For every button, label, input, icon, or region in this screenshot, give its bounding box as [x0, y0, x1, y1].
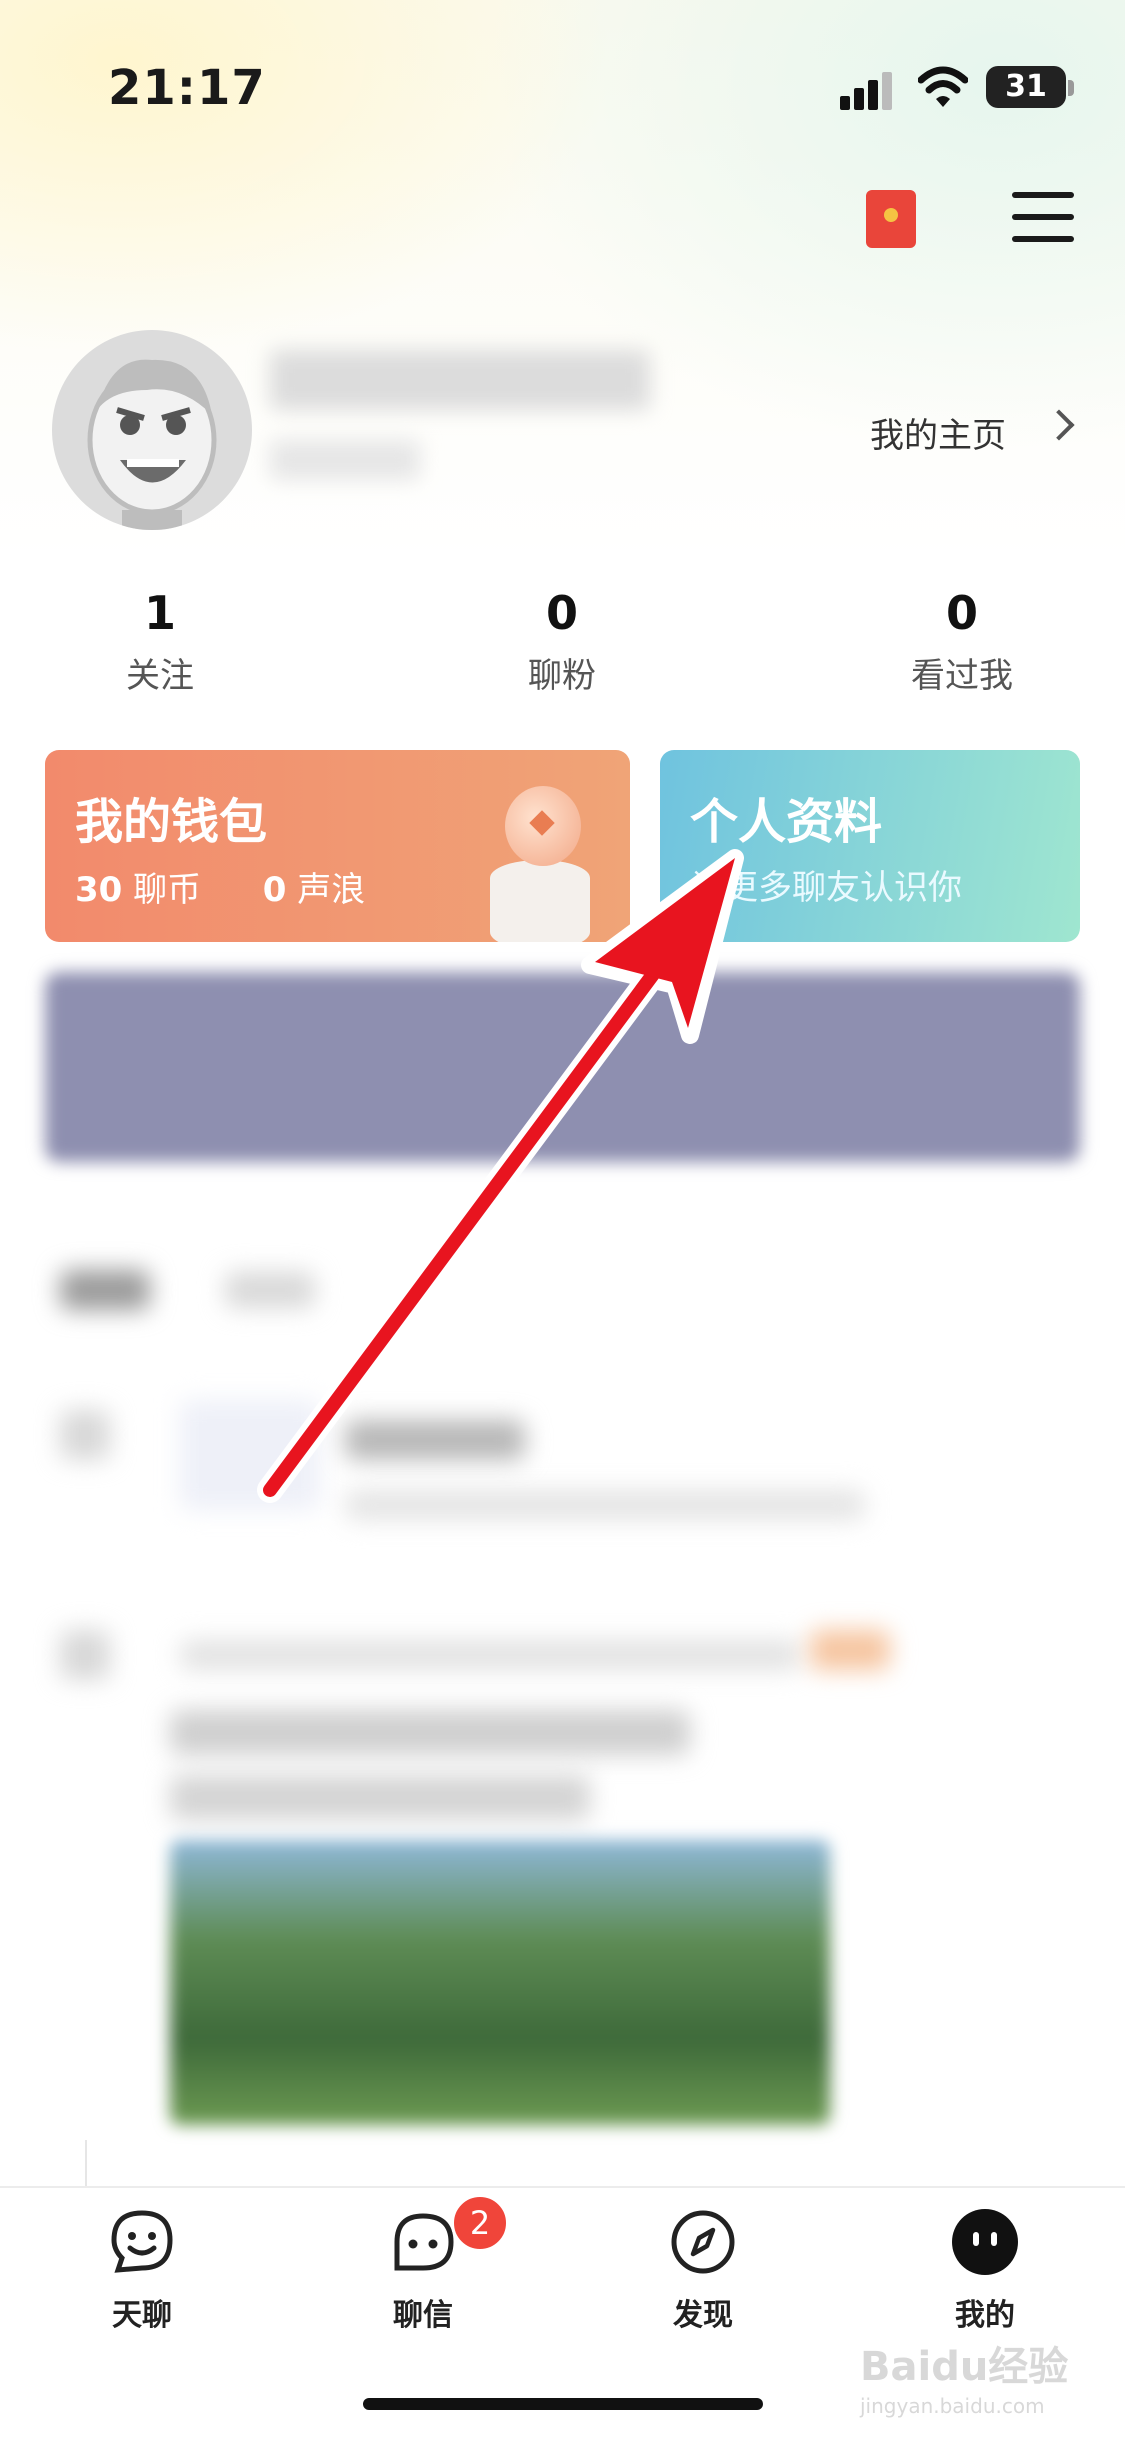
- wifi-icon: [918, 66, 968, 107]
- status-bar: 21:17 31: [0, 0, 1125, 150]
- blurred-photo: [170, 1840, 830, 2125]
- wallet-card[interactable]: 我的钱包 30 聊币 0 声浪: [45, 750, 630, 942]
- coin-icon: [505, 786, 581, 866]
- compass-icon: [669, 2208, 737, 2276]
- tab-label: 发现: [673, 2298, 733, 2333]
- signal-icon: [840, 70, 900, 110]
- blurred-text: [170, 1710, 690, 1755]
- blurred-text: [345, 1490, 865, 1520]
- blurred-text: [345, 1420, 525, 1460]
- stat-value: 0: [545, 586, 578, 640]
- username-blurred: [270, 350, 650, 410]
- coins-value: 30: [75, 870, 123, 910]
- stat-label: 聊粉: [528, 656, 596, 696]
- tab-discover[interactable]: 发现: [623, 2208, 783, 2334]
- tab-messages[interactable]: 2 聊信: [343, 2194, 509, 2334]
- stat-visitors[interactable]: 0 看过我: [852, 586, 1072, 697]
- blurred-banner: [45, 972, 1080, 1162]
- wallet-balances: 30 聊币 0 声浪: [75, 862, 365, 911]
- profile-card-title: 个人资料: [690, 794, 883, 850]
- home-indicator: [363, 2398, 763, 2410]
- blurred-avatar: [60, 1410, 110, 1460]
- waves-value: 0: [262, 870, 287, 910]
- stat-value: 0: [945, 586, 978, 640]
- divider: [85, 2140, 87, 2190]
- menu-icon[interactable]: [1012, 192, 1074, 244]
- stat-value: 1: [143, 586, 176, 640]
- stat-following[interactable]: 1 关注: [50, 586, 270, 697]
- message-icon: 2: [389, 2194, 509, 2276]
- tab-me[interactable]: 我的: [905, 2208, 1065, 2334]
- red-packet-icon[interactable]: [866, 190, 916, 248]
- blurred-text: [170, 1775, 590, 1820]
- blurred-avatar: [60, 1630, 110, 1680]
- waves-label: 声浪: [297, 870, 366, 910]
- blurred-tag: [810, 1630, 890, 1670]
- my-homepage-label: 我的主页: [870, 416, 1006, 456]
- tab-label: 我的: [955, 2298, 1015, 2333]
- unread-badge: 2: [451, 2194, 509, 2252]
- me-icon: [951, 2208, 1019, 2276]
- wallet-title: 我的钱包: [75, 794, 268, 850]
- blurred-tab: [60, 1270, 150, 1310]
- coins-label: 聊币: [133, 870, 202, 910]
- user-id-blurred: [270, 440, 420, 480]
- avatar-face-icon: [87, 359, 217, 530]
- stat-fans[interactable]: 0 聊粉: [452, 586, 672, 697]
- watermark-url: jingyan.baidu.com: [860, 2394, 1045, 2418]
- status-time: 21:17: [108, 60, 266, 116]
- coin-stand-icon: [490, 860, 590, 942]
- smile-chat-icon: [108, 2208, 176, 2276]
- stat-label: 关注: [126, 656, 194, 696]
- blurred-thumbnail: [180, 1400, 320, 1510]
- profile-info-card[interactable]: 个人资料 让更多聊友认识你: [660, 750, 1080, 942]
- profile-card-subtitle: 让更多聊友认识你: [690, 868, 962, 908]
- blurred-text: [180, 1640, 800, 1670]
- my-homepage-link[interactable]: 我的主页: [870, 408, 1075, 457]
- tab-label: 天聊: [112, 2298, 172, 2333]
- stat-label: 看过我: [911, 656, 1013, 696]
- blurred-tab: [225, 1272, 315, 1308]
- watermark-text: Baidu经验: [860, 2344, 1069, 2390]
- avatar[interactable]: [52, 330, 252, 530]
- tab-label: 聊信: [393, 2298, 453, 2333]
- baidu-watermark: Baidu经验 jingyan.baidu.com: [860, 2334, 1068, 2418]
- battery-nub: [1068, 80, 1074, 96]
- tab-tianliao[interactable]: 天聊: [62, 2208, 222, 2334]
- battery-icon: 31: [986, 66, 1066, 108]
